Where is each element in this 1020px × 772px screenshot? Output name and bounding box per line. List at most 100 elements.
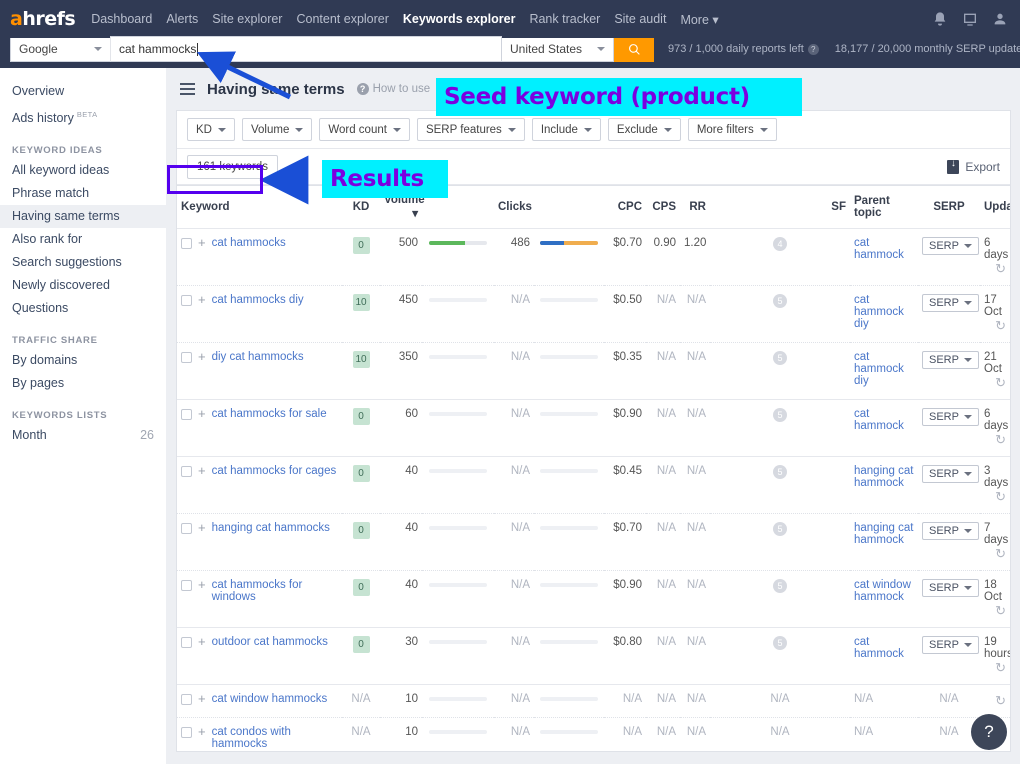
col-keyword[interactable]: Keyword	[177, 186, 342, 229]
parent-topic-link[interactable]: cat hammock	[854, 636, 904, 660]
add-keyword-icon[interactable]: +	[198, 237, 206, 248]
keyword-link[interactable]: cat hammocks for sale	[212, 408, 327, 420]
sidebar-item-all-keyword-ideas[interactable]: All keyword ideas	[0, 159, 166, 182]
search-engine-select[interactable]: Google	[10, 36, 110, 62]
row-checkbox[interactable]	[181, 523, 192, 534]
add-keyword-icon[interactable]: +	[198, 408, 206, 419]
row-checkbox[interactable]	[181, 637, 192, 648]
parent-topic-link[interactable]: cat window hammock	[854, 579, 911, 603]
table-row[interactable]: +outdoor cat hammocks030N/A$0.80N/AN/A5c…	[177, 628, 1010, 685]
refresh-icon[interactable]: ↻	[995, 546, 1006, 562]
col-serp[interactable]: SERP	[918, 186, 980, 229]
table-row[interactable]: +cat hammocks0500486$0.700.901.204cat ha…	[177, 229, 1010, 286]
sidebar-item-by-domains[interactable]: By domains	[0, 349, 166, 372]
parent-topic-link[interactable]: cat hammock	[854, 408, 904, 432]
add-keyword-icon[interactable]: +	[198, 465, 206, 476]
refresh-icon[interactable]: ↻	[995, 693, 1006, 709]
search-button[interactable]	[614, 36, 654, 62]
table-row[interactable]: +cat hammocks for windows040N/A$0.90N/AN…	[177, 571, 1010, 628]
col-updated[interactable]: Updated	[980, 186, 1010, 229]
add-keyword-icon[interactable]: +	[198, 636, 206, 647]
row-checkbox[interactable]	[181, 238, 192, 249]
user-icon[interactable]	[992, 11, 1008, 27]
keyword-link[interactable]: diy cat hammocks	[212, 351, 304, 363]
filter-volume[interactable]: Volume	[242, 118, 312, 141]
col-volume[interactable]: Volume ▾	[380, 186, 422, 229]
add-keyword-icon[interactable]: +	[198, 693, 206, 704]
add-keyword-icon[interactable]: +	[198, 294, 206, 305]
keyword-link[interactable]: cat condos with hammocks	[212, 726, 338, 750]
row-checkbox[interactable]	[181, 694, 192, 705]
table-row[interactable]: +cat hammocks diy10450N/A$0.50N/AN/A5cat…	[177, 286, 1010, 343]
serp-button[interactable]: SERP	[922, 579, 979, 597]
add-keyword-icon[interactable]: +	[198, 351, 206, 362]
ahrefs-logo[interactable]: ahrefs	[10, 8, 75, 30]
export-button[interactable]: Export	[947, 160, 1000, 174]
keyword-link[interactable]: outdoor cat hammocks	[212, 636, 328, 648]
nav-link-more[interactable]: More ▾	[680, 12, 718, 27]
col-clicks[interactable]: Clicks	[494, 186, 534, 229]
add-keyword-icon[interactable]: +	[198, 579, 206, 590]
hamburger-icon[interactable]	[180, 80, 195, 98]
serp-button[interactable]: SERP	[922, 522, 979, 540]
sidebar-item-questions[interactable]: Questions	[0, 297, 166, 320]
filter-word-count[interactable]: Word count	[319, 118, 410, 141]
col-sf[interactable]: SF	[710, 186, 850, 229]
serp-button[interactable]: SERP	[922, 465, 979, 483]
add-keyword-icon[interactable]: +	[198, 726, 206, 737]
serp-button[interactable]: SERP	[922, 636, 979, 654]
refresh-icon[interactable]: ↻	[995, 375, 1006, 391]
refresh-icon[interactable]: ↻	[995, 489, 1006, 505]
filter-include[interactable]: Include	[532, 118, 601, 141]
row-checkbox[interactable]	[181, 295, 192, 306]
monitor-icon[interactable]	[962, 11, 978, 27]
refresh-icon[interactable]: ↻	[995, 432, 1006, 448]
country-select[interactable]: United States	[502, 36, 614, 62]
col-cpc[interactable]: CPC	[604, 186, 646, 229]
serp-button[interactable]: SERP	[922, 351, 979, 369]
filter-exclude[interactable]: Exclude	[608, 118, 681, 141]
filter-kd[interactable]: KD	[187, 118, 235, 141]
serp-button[interactable]: SERP	[922, 408, 979, 426]
nav-link-content-explorer[interactable]: Content explorer	[296, 12, 388, 26]
parent-topic-link[interactable]: hanging cat hammock	[854, 522, 913, 546]
filter-more-filters[interactable]: More filters	[688, 118, 777, 141]
keyword-link[interactable]: cat hammocks	[212, 237, 286, 249]
bell-icon[interactable]	[932, 11, 948, 27]
table-row[interactable]: +cat hammocks for sale060N/A$0.90N/AN/A5…	[177, 400, 1010, 457]
nav-link-dashboard[interactable]: Dashboard	[91, 12, 152, 26]
keyword-link[interactable]: cat hammocks diy	[212, 294, 304, 306]
table-row[interactable]: +cat hammocks for cages040N/A$0.45N/AN/A…	[177, 457, 1010, 514]
info-icon[interactable]: ?	[808, 44, 819, 55]
table-row[interactable]: +diy cat hammocks10350N/A$0.35N/AN/A5cat…	[177, 343, 1010, 400]
keyword-link[interactable]: cat hammocks for cages	[212, 465, 337, 477]
table-row[interactable]: +cat condos with hammocksN/A10N/AN/AN/AN…	[177, 718, 1010, 753]
serp-button[interactable]: SERP	[922, 294, 979, 312]
col-rr[interactable]: RR	[680, 186, 710, 229]
keyword-link[interactable]: cat window hammocks	[212, 693, 328, 705]
nav-link-rank-tracker[interactable]: Rank tracker	[529, 12, 600, 26]
sidebar-item-search-suggestions[interactable]: Search suggestions	[0, 251, 166, 274]
nav-link-alerts[interactable]: Alerts	[166, 12, 198, 26]
col-kd[interactable]: KD	[342, 186, 380, 229]
parent-topic-link[interactable]: cat hammock	[854, 237, 904, 261]
filter-serp-features[interactable]: SERP features	[417, 118, 525, 141]
nav-link-site-audit[interactable]: Site audit	[614, 12, 666, 26]
sidebar-item-having-same-terms[interactable]: Having same terms	[0, 205, 166, 228]
keyword-input[interactable]: cat hammocks	[110, 36, 502, 62]
add-keyword-icon[interactable]: +	[198, 522, 206, 533]
refresh-icon[interactable]: ↻	[995, 261, 1006, 277]
col-cps[interactable]: CPS	[646, 186, 680, 229]
refresh-icon[interactable]: ↻	[995, 318, 1006, 334]
keyword-link[interactable]: cat hammocks for windows	[212, 579, 338, 603]
col-parent-topic[interactable]: Parent topic	[850, 186, 918, 229]
parent-topic-link[interactable]: cat hammock diy	[854, 351, 904, 387]
sidebar-item-also-rank-for[interactable]: Also rank for	[0, 228, 166, 251]
nav-link-keywords-explorer[interactable]: Keywords explorer	[403, 12, 516, 26]
parent-topic-link[interactable]: cat hammock diy	[854, 294, 904, 330]
sidebar-item-month[interactable]: Month26	[0, 424, 166, 447]
parent-topic-link[interactable]: hanging cat hammock	[854, 465, 913, 489]
refresh-icon[interactable]: ↻	[995, 603, 1006, 619]
sidebar-item-by-pages[interactable]: By pages	[0, 372, 166, 395]
sidebar-item-phrase-match[interactable]: Phrase match	[0, 182, 166, 205]
